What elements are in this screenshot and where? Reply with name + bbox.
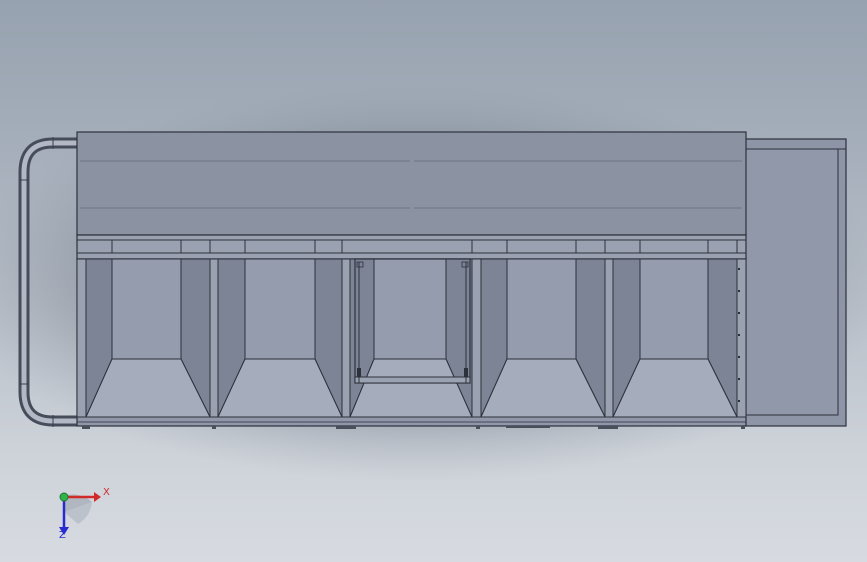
x-axis-label: X bbox=[103, 487, 110, 498]
y-axis-point bbox=[59, 492, 69, 502]
cabinet-5[interactable] bbox=[612, 258, 738, 418]
cad-viewport[interactable]: X Z bbox=[0, 0, 867, 562]
cabinet-3[interactable] bbox=[349, 258, 473, 418]
top-panel[interactable] bbox=[76, 131, 747, 236]
model-drawing[interactable] bbox=[0, 0, 867, 562]
cabinet-2[interactable] bbox=[217, 258, 343, 418]
z-axis-label: Z bbox=[59, 530, 66, 541]
main-body[interactable] bbox=[76, 131, 747, 429]
cabinet-4[interactable] bbox=[480, 258, 606, 418]
coordinate-triad bbox=[59, 492, 101, 535]
side-module[interactable] bbox=[744, 138, 847, 427]
front-rail[interactable] bbox=[76, 234, 747, 260]
cabinet-1[interactable] bbox=[85, 258, 211, 418]
